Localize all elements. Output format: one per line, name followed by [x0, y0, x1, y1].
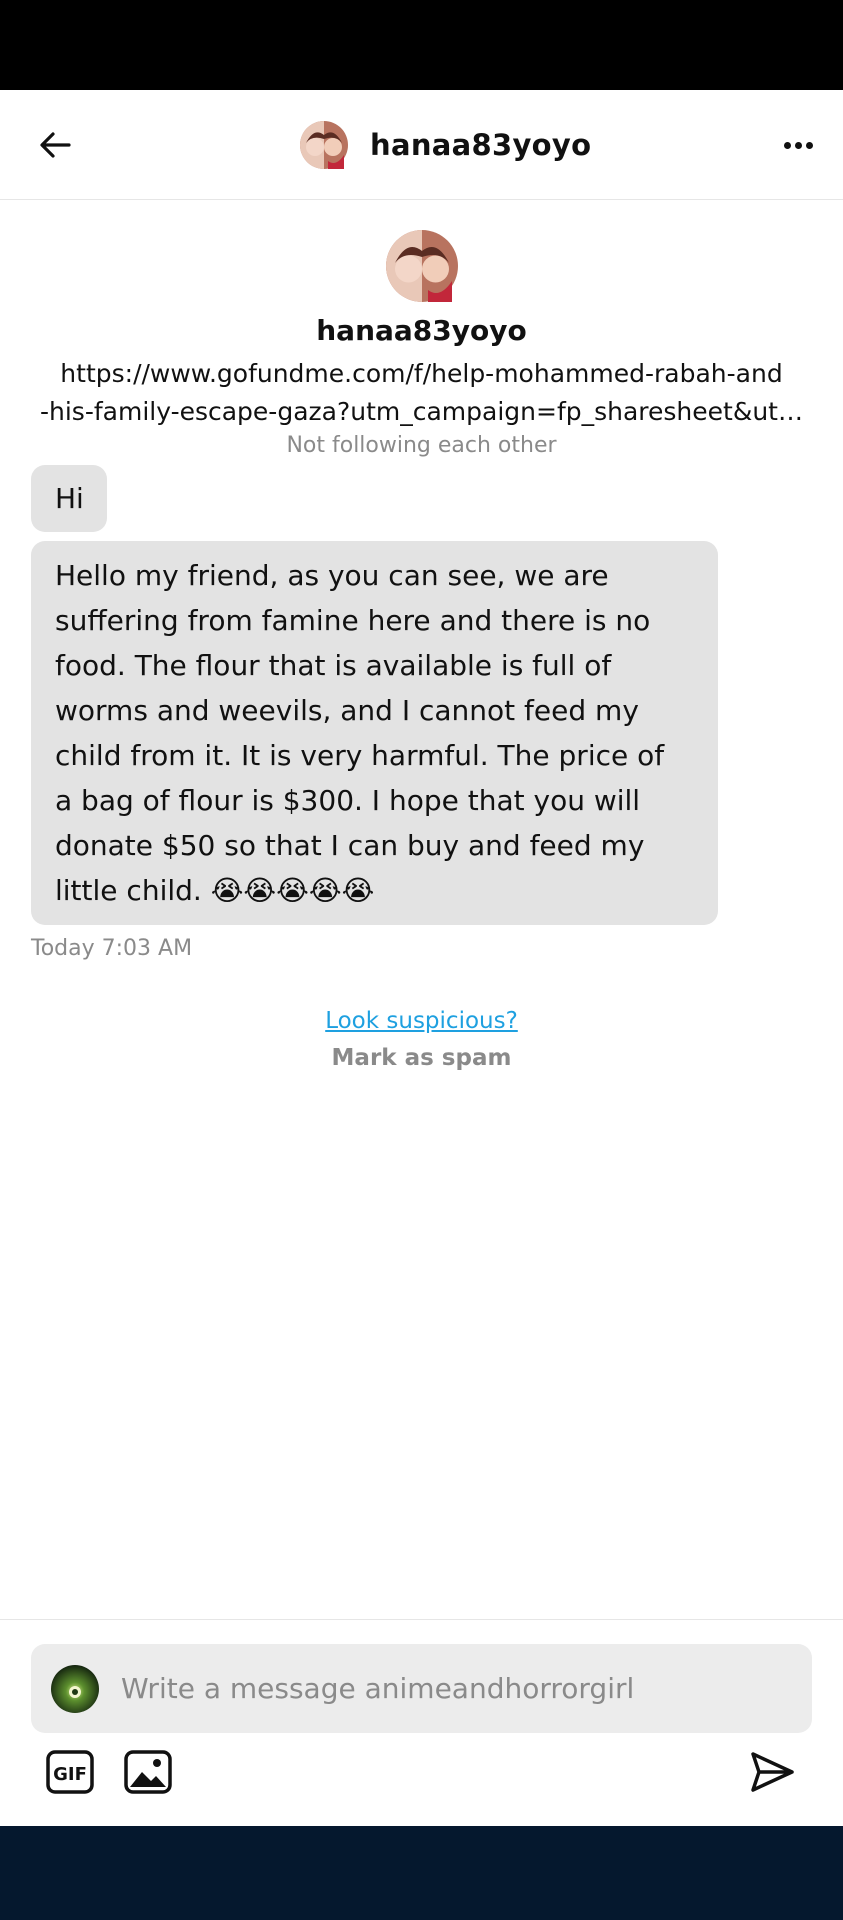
message-line: donate $50 so that I can buy and feed my [55, 829, 645, 862]
ellipsis-dot [805, 141, 813, 149]
profile-description-link[interactable]: https://www.gofundme.com/f/help-mohammed… [0, 355, 843, 431]
message-line: suffering from famine here and there is … [55, 604, 651, 637]
message-line: little child. 😭😭😭😭😭 [55, 874, 375, 907]
conversation-profile: hanaa83yoyo https://www.gofundme.com/f/h… [0, 230, 843, 458]
message-bubble[interactable]: Hi [31, 465, 107, 532]
message-line: child from it. It is very harmful. The p… [55, 739, 665, 772]
message-bubble[interactable]: Hello my friend, as you can see, we are … [31, 541, 718, 925]
profile-link-line: https://www.gofundme.com/f/help-mohammed… [60, 359, 783, 388]
mark-as-spam-button[interactable]: Mark as spam [0, 1045, 843, 1071]
message-line: Hello my friend, as you can see, we are [55, 559, 609, 592]
composer-divider [0, 1619, 843, 1620]
avatar [300, 121, 348, 169]
image-button[interactable] [122, 1746, 174, 1798]
header-user[interactable]: hanaa83yoyo [300, 118, 591, 172]
message-line: worms and weevils, and I cannot feed my [55, 694, 639, 727]
gif-icon: GIF [46, 1750, 94, 1794]
profile-avatar[interactable] [385, 230, 458, 302]
more-options-button[interactable] [773, 120, 823, 170]
profile-link-line: -his-family-escape-gaza?utm_campaign=fp_… [39, 397, 803, 426]
status-bar [0, 0, 843, 90]
svg-text:GIF: GIF [53, 1764, 87, 1785]
send-button[interactable] [746, 1746, 798, 1798]
gif-button[interactable]: GIF [44, 1746, 96, 1798]
message-timestamp: Today 7:03 AM [31, 936, 193, 961]
image-icon [124, 1750, 172, 1794]
profile-username[interactable]: hanaa83yoyo [0, 314, 843, 347]
system-navigation-bar [0, 1826, 843, 1920]
conversation-header: hanaa83yoyo [0, 90, 843, 200]
ellipsis-icon [783, 141, 791, 149]
arrow-left-icon [40, 132, 71, 158]
header-username: hanaa83yoyo [370, 128, 592, 162]
message-line: food. The flour that is available is ful… [55, 649, 612, 682]
ellipsis-dot [794, 141, 802, 149]
message-text: Hi [55, 482, 84, 515]
send-icon [751, 1752, 794, 1792]
follow-status: Not following each other [286, 433, 557, 458]
back-button[interactable] [30, 120, 80, 170]
message-composer [31, 1644, 812, 1733]
message-input[interactable] [121, 1658, 812, 1719]
message-line: a bag of flour is $300. I hope that you … [55, 784, 641, 817]
look-suspicious-link[interactable]: Look suspicious? [0, 1008, 843, 1034]
user-avatar [51, 1664, 99, 1713]
